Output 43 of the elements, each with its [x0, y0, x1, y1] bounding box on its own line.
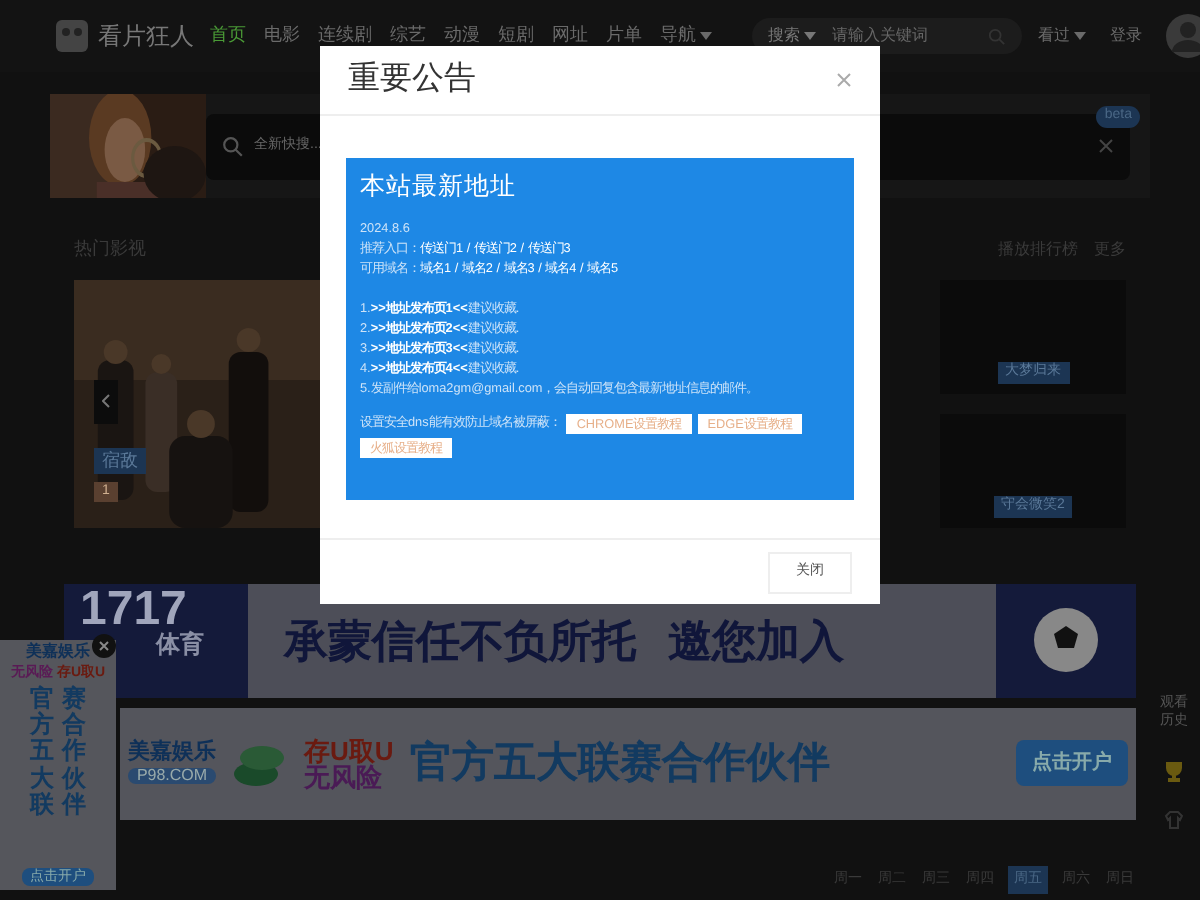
caret-icon [700, 32, 712, 40]
caret-icon [804, 32, 816, 40]
nav-link[interactable]: 网址 [552, 22, 588, 50]
ad-slogan: 官方五大联赛合作伙伴 [409, 737, 830, 790]
search-scope-menu[interactable]: 搜索 [768, 24, 816, 48]
search-icon [988, 27, 1006, 45]
movie-title: 宿敌 [94, 447, 146, 474]
logo-icon [54, 16, 90, 56]
ad-slogan: 承蒙信任不负所托 [284, 613, 636, 669]
site-logo: 看片狂人 [98, 20, 194, 54]
ad-brand: 美嘉娱乐 [128, 742, 216, 764]
avatar-icon[interactable] [1166, 14, 1200, 58]
nav-link[interactable]: 连续剧 [318, 22, 372, 50]
ad-domain: P98.COM [128, 768, 216, 784]
nav-link[interactable]: 电影 [264, 22, 300, 50]
search-input[interactable]: 请输入关键词 [832, 24, 972, 48]
caret-icon [1074, 32, 1086, 40]
ad-tag: 无风险 [304, 763, 394, 789]
announcement-heading: 本站最新地址 [360, 170, 518, 202]
nav-link[interactable]: 片单 [606, 22, 642, 50]
nav-link[interactable]: 短剧 [498, 22, 534, 50]
history-menu[interactable]: 看过 [1038, 24, 1086, 48]
close-icon[interactable] [92, 634, 116, 658]
nav-link[interactable]: 导航 [660, 22, 712, 50]
search-icon [222, 135, 244, 157]
ad-brand-sub: 体育 [156, 631, 206, 655]
nav-link[interactable]: 首页 [210, 22, 246, 50]
chevron-left-icon [102, 394, 110, 408]
trophy-icon[interactable] [1164, 759, 1184, 781]
ad-slogan: 官方五大联 [30, 686, 54, 818]
shirt-icon[interactable] [1164, 809, 1184, 829]
ad-tag: 存U取U [304, 737, 394, 763]
ad-slogan: 邀您加入 [668, 613, 844, 669]
nav-link[interactable]: 综艺 [390, 22, 426, 50]
ad-slogan: 赛合作伙伴 [62, 686, 86, 818]
ad-cta-button[interactable]: 点击开户 [1016, 740, 1128, 786]
nav-link[interactable]: 动漫 [444, 22, 480, 50]
login-link[interactable]: 登录 [1110, 24, 1142, 48]
ad-brand: 1717 [80, 587, 187, 631]
dialog-title: 重要公告 [348, 59, 476, 100]
ad-brand: 美嘉娱乐 [26, 644, 90, 660]
soccer-ball-icon [1032, 606, 1100, 674]
carousel-prev[interactable] [94, 379, 118, 423]
